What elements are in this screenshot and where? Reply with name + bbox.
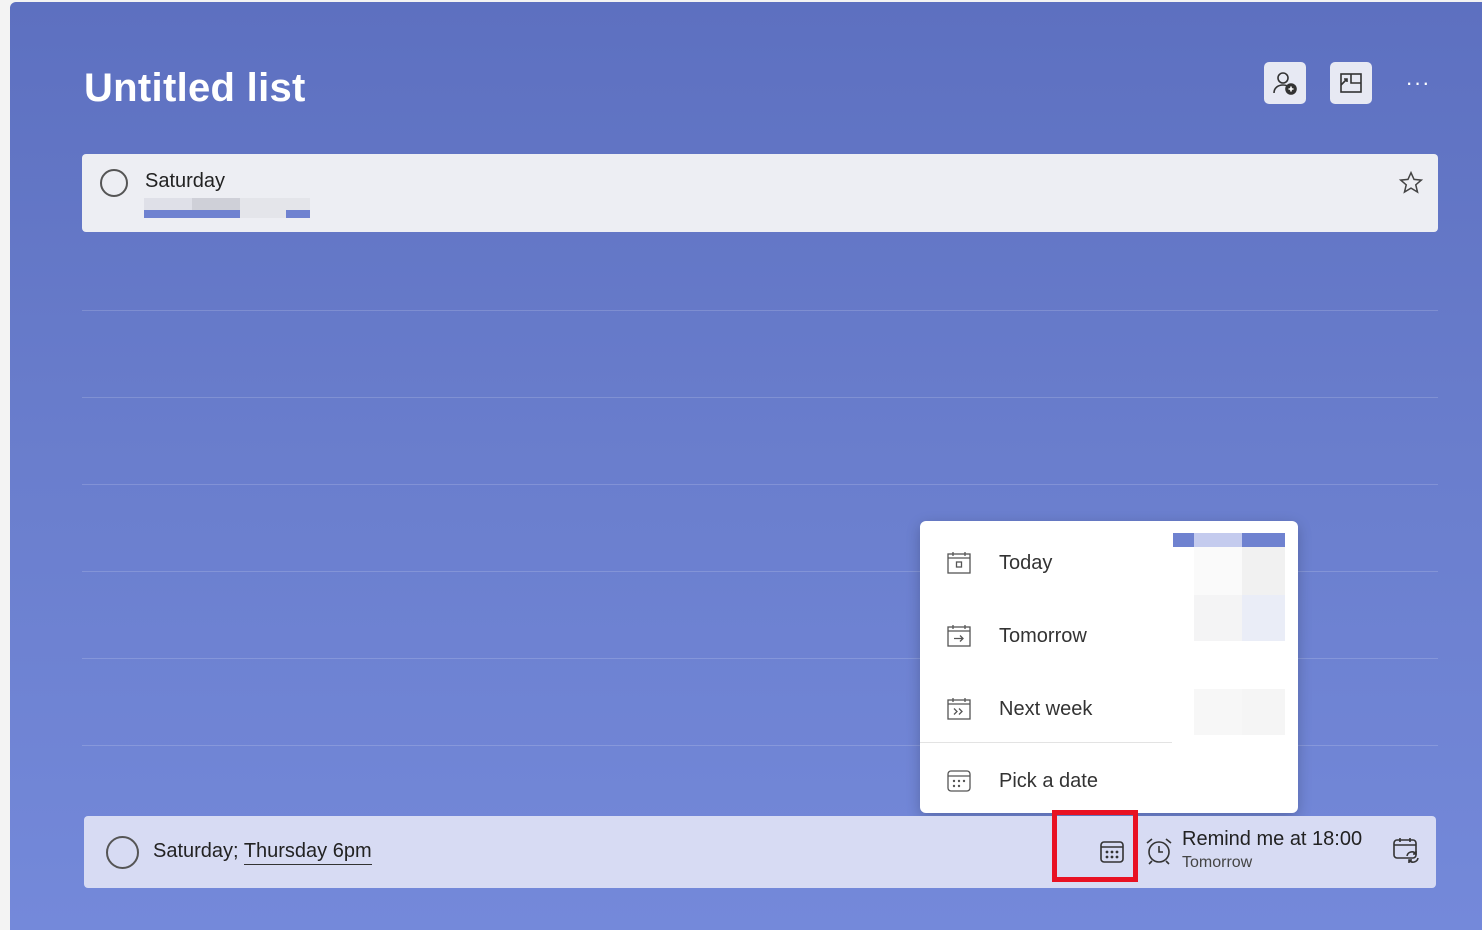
picture-icon [1340, 73, 1362, 93]
add-task-bar: Saturday; Thursday 6pm Remind me at 18:0… [84, 816, 1436, 888]
change-background-button[interactable] [1330, 62, 1372, 104]
calendar-tomorrow-icon [947, 625, 971, 647]
task-metadata-redacted [144, 198, 310, 220]
menu-item-label: Pick a date [999, 769, 1098, 792]
more-options-button[interactable]: ··· [1398, 62, 1438, 104]
highlight-box [1052, 810, 1138, 882]
app-window: Untitled list ··· Saturday Today Tomorro… [10, 2, 1482, 930]
calendar-next-week-icon [947, 698, 971, 720]
complete-checkbox[interactable] [100, 169, 128, 197]
reminder-subtext: Tomorrow [1182, 854, 1253, 871]
calendar-today-icon [947, 552, 971, 574]
task-title: Saturday [145, 170, 226, 192]
list-divider [82, 310, 1438, 311]
share-list-button[interactable] [1264, 62, 1306, 104]
menu-item-label: Today [999, 551, 1053, 574]
more-icon: ··· [1405, 70, 1431, 95]
task-text-plain: Saturday; [153, 840, 244, 862]
add-task-circle[interactable] [106, 836, 139, 869]
task-item[interactable]: Saturday [82, 154, 1438, 232]
person-add-icon [1273, 72, 1297, 95]
list-divider [82, 484, 1438, 485]
recognized-date-text: Thursday 6pm [243, 840, 372, 865]
alarm-clock-icon[interactable] [1144, 836, 1174, 866]
due-date-menu: Today Tomorrow Next week Pick a date [920, 521, 1298, 813]
reminder-text[interactable]: Remind me at 18:00 [1182, 828, 1362, 851]
list-divider [82, 397, 1438, 398]
repeat-icon[interactable] [1392, 836, 1420, 866]
importance-button[interactable] [1398, 170, 1424, 201]
menu-item-pick-a-date[interactable]: Pick a date [920, 751, 1298, 811]
calendar-pick-icon [947, 770, 971, 792]
menu-item-label: Next week [999, 697, 1093, 720]
page-title: Untitled list [84, 66, 306, 110]
add-task-input[interactable]: Saturday; Thursday 6pm [153, 840, 372, 865]
menu-separator [920, 742, 1172, 743]
menu-item-label: Tomorrow [999, 624, 1087, 647]
star-icon [1398, 170, 1424, 194]
